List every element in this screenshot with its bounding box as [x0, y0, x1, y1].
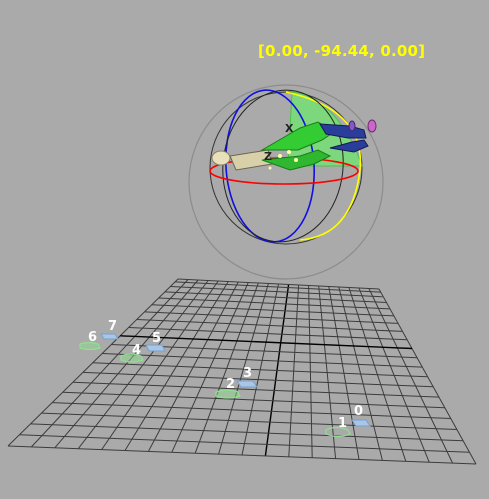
viewport-canvas[interactable]: 0 1 3 2 5 4 7 6 X Z: [0, 0, 489, 499]
grid-line: [158, 297, 391, 310]
footstep-marker-7[interactable]: 7: [100, 319, 119, 340]
grid-line: [164, 291, 387, 303]
rotation-readout: [0.00, -94.44, 0.00]: [258, 42, 426, 60]
footstep-marker-5[interactable]: 5: [145, 331, 166, 352]
footstep-marker-4[interactable]: 4: [120, 343, 144, 363]
ground-grid: [7, 278, 477, 465]
3d-viewport[interactable]: 0 1 3 2 5 4 7 6 X Z [0.00, -94.44, 0.00]: [0, 0, 489, 499]
footstep-marker-1[interactable]: 1: [325, 416, 351, 438]
footstep-marker-6[interactable]: 6: [79, 330, 101, 351]
gizmo-center-label: X: [285, 122, 294, 135]
gizmo-side-label: Z: [264, 150, 272, 163]
footstep-label-7: 7: [108, 319, 117, 334]
footstep-label-0: 0: [354, 404, 363, 419]
footstep-label-5: 5: [152, 331, 161, 346]
grid-line: [30, 423, 464, 442]
gizmo-screen-circle[interactable]: [188, 84, 384, 280]
footstep-label-4: 4: [132, 343, 141, 358]
grid-line: [174, 281, 381, 293]
footstep-label-1: 1: [338, 416, 347, 431]
rotate-gizmo[interactable]: X Z: [188, 84, 384, 280]
footstep-label-3: 3: [243, 366, 252, 381]
footstep-label-6: 6: [88, 330, 97, 345]
grid-line: [7, 445, 477, 465]
footstep-label-2: 2: [226, 377, 235, 392]
grid-line: [19, 434, 470, 453]
